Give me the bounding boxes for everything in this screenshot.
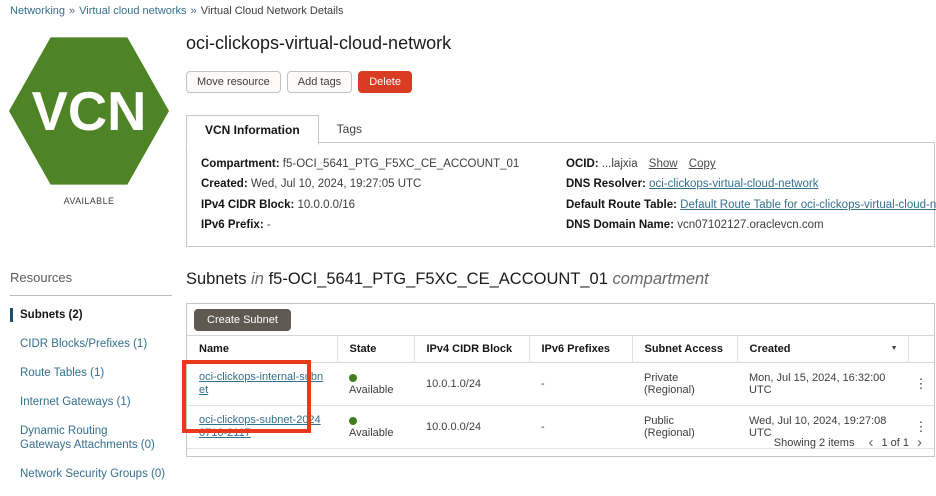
ocid-show-link[interactable]: Show (649, 158, 678, 170)
col-header-name[interactable]: Name (187, 335, 338, 363)
svg-text:VCN: VCN (32, 81, 147, 142)
subnets-toolbar: Create Subnet (187, 304, 934, 335)
vcn-hexagon-icon: VCN (9, 31, 169, 191)
compartment-field: Compartment: f5-OCI_5641_PTG_F5XC_CE_ACC… (201, 158, 520, 170)
detail-tabs: VCN Information Tags (186, 115, 380, 145)
ocid-field: OCID: ...lajxia Show Copy (566, 158, 716, 170)
pagination: ‹ 1 of 1 › (868, 435, 922, 450)
delete-button[interactable]: Delete (358, 71, 412, 93)
sidebar-item-internet-gateways[interactable]: Internet Gateways (1) (10, 395, 172, 409)
vcn-information-panel: Compartment: f5-OCI_5641_PTG_F5XC_CE_ACC… (186, 142, 936, 247)
move-resource-button[interactable]: Move resource (186, 71, 281, 93)
default-route-table-link[interactable]: Default Route Table for oci-clickops-vir… (680, 199, 936, 211)
status-badge: AVAILABLE (63, 196, 115, 206)
sidebar-item-route-tables[interactable]: Route Tables (1) (10, 366, 172, 380)
sidebar: VCN AVAILABLE Resources Subnets (2) CIDR… (0, 0, 180, 480)
ocid-copy-link[interactable]: Copy (689, 158, 716, 170)
sidebar-item-drg-attachments[interactable]: Dynamic Routing Gateways Attachments (0) (10, 424, 160, 452)
col-header-ipv4[interactable]: IPv4 CIDR Block (414, 335, 530, 363)
page-indicator: 1 of 1 (881, 436, 909, 449)
dns-resolver-field: DNS Resolver: oci-clickops-virtual-cloud… (566, 178, 819, 191)
ipv4-cidr-field: IPv4 CIDR Block: 10.0.0.0/16 (201, 198, 356, 211)
col-header-state[interactable]: State (337, 335, 415, 363)
action-buttons: Move resource Add tags Delete (186, 71, 412, 93)
subnets-heading: Subnets in f5-OCI_5641_PTG_F5XC_CE_ACCOU… (186, 270, 709, 288)
subnet-link-internal[interactable]: oci-clickops-internal-subnet (199, 371, 325, 397)
sidebar-item-network-security-groups[interactable]: Network Security Groups (0) (10, 467, 172, 481)
add-tags-button[interactable]: Add tags (286, 71, 353, 93)
table-footer: Showing 2 items ‹ 1 of 1 › (187, 429, 934, 456)
table-row: oci-clickops-internal-subnet Available 1… (187, 362, 934, 406)
sidebar-item-subnets[interactable]: Subnets (2) (10, 308, 172, 322)
ipv6-prefix-field: IPv6 Prefix: - (201, 218, 271, 231)
col-header-access[interactable]: Subnet Access (632, 335, 738, 363)
subnets-card: Create Subnet Name State IPv4 CIDR Block… (186, 303, 935, 457)
row-actions-kebab-icon[interactable]: ⋮ (908, 362, 934, 406)
resources-title: Resources (10, 270, 172, 296)
tab-vcn-information[interactable]: VCN Information (186, 115, 319, 145)
breadcrumb-current: Virtual Cloud Network Details (200, 5, 344, 17)
next-page-icon[interactable]: › (917, 435, 922, 450)
available-status-dot-icon (349, 374, 357, 382)
col-header-created[interactable]: Created ▼ (737, 335, 909, 363)
created-field: Created: Wed, Jul 10, 2024, 19:27:05 UTC (201, 178, 422, 191)
dns-domain-field: DNS Domain Name: vcn07102127.oraclevcn.c… (566, 218, 824, 231)
sidebar-item-cidr-blocks[interactable]: CIDR Blocks/Prefixes (1) (10, 337, 172, 351)
create-subnet-button[interactable]: Create Subnet (194, 309, 291, 331)
previous-page-icon[interactable]: ‹ (868, 435, 873, 450)
breadcrumb-separator: » (190, 5, 197, 17)
tab-tags[interactable]: Tags (319, 115, 380, 145)
table-header-row: Name State IPv4 CIDR Block IPv6 Prefixes… (187, 335, 934, 363)
showing-items-label: Showing 2 items (773, 436, 855, 449)
page-title: oci-clickops-virtual-cloud-network (186, 33, 452, 53)
default-route-table-field: Default Route Table: Default Route Table… (566, 198, 936, 212)
sort-caret-icon[interactable]: ▼ (891, 345, 898, 352)
dns-resolver-link[interactable]: oci-clickops-virtual-cloud-network (649, 178, 818, 190)
col-header-actions (908, 335, 934, 363)
available-status-dot-icon (349, 417, 357, 425)
col-header-ipv6[interactable]: IPv6 Prefixes (529, 335, 633, 363)
resources-panel: Resources Subnets (2) CIDR Blocks/Prefix… (10, 270, 172, 496)
